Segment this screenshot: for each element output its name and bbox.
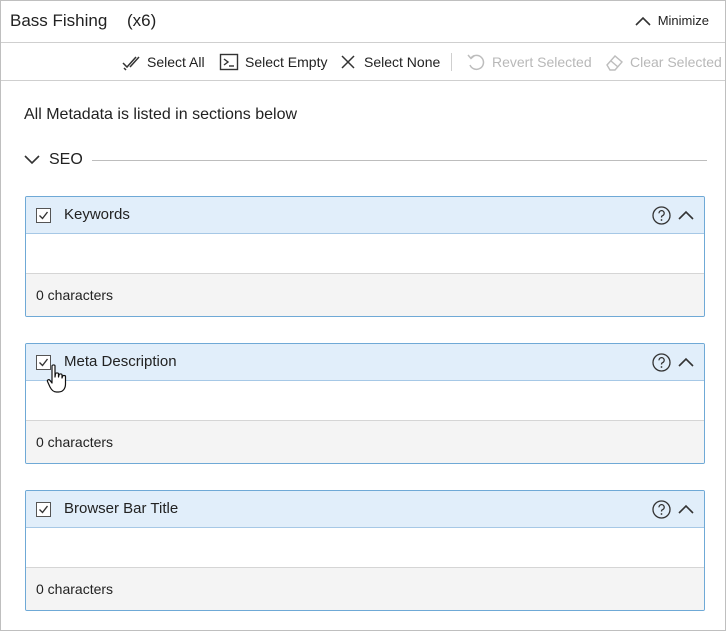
select-empty-button[interactable]: Select Empty: [219, 52, 327, 72]
field-checkbox[interactable]: [36, 208, 51, 223]
field-footer: 0 characters: [26, 421, 704, 463]
help-icon[interactable]: [652, 500, 671, 519]
chevron-up-icon[interactable]: [677, 209, 695, 221]
terminal-icon: [219, 53, 239, 71]
revert-selected-label: Revert Selected: [492, 54, 592, 70]
checkmark-icon: [39, 211, 49, 220]
chevron-up-icon[interactable]: [677, 356, 695, 368]
x-icon: [341, 55, 355, 69]
chevron-up-icon[interactable]: [677, 503, 695, 515]
field-input[interactable]: [26, 381, 704, 421]
character-count: 0 characters: [36, 434, 114, 450]
field-card-browser-bar-title: Browser Bar Title 0 characters: [25, 490, 705, 611]
field-card-header: Browser Bar Title: [26, 491, 704, 528]
section-header-seo[interactable]: SEO: [23, 149, 707, 171]
chevron-down-icon: [24, 155, 40, 165]
clear-selected-label: Clear Selected: [630, 54, 722, 70]
minimize-button[interactable]: Minimize: [634, 13, 709, 28]
field-card-keywords: Keywords 0 characters: [25, 196, 705, 317]
field-card-header: Meta Description: [26, 344, 704, 381]
revert-selected-button[interactable]: Revert Selected: [466, 52, 592, 72]
help-icon[interactable]: [652, 206, 671, 225]
field-label: Browser Bar Title: [64, 500, 179, 517]
character-count: 0 characters: [36, 287, 114, 303]
field-card-header: Keywords: [26, 197, 704, 234]
checkmark-icon: [39, 505, 49, 514]
field-input[interactable]: [26, 528, 704, 568]
select-all-button[interactable]: Select All: [121, 52, 205, 72]
toolbar: Select All Select Empty Select None Reve…: [1, 43, 725, 81]
field-label: Meta Description: [64, 353, 177, 370]
select-none-label: Select None: [364, 54, 441, 70]
eraser-icon: [606, 55, 623, 71]
character-count: 0 characters: [36, 581, 114, 597]
field-footer: 0 characters: [26, 274, 704, 316]
help-icon[interactable]: [652, 353, 671, 372]
field-card-meta-description: Meta Description 0 characters: [25, 343, 705, 464]
field-label: Keywords: [64, 206, 130, 223]
intro-text: All Metadata is listed in sections below: [24, 106, 298, 123]
panel-title: Bass Fishing: [10, 11, 108, 30]
chevron-up-icon: [635, 16, 651, 26]
clear-selected-button[interactable]: Clear Selected: [604, 52, 722, 72]
toolbar-divider: [451, 53, 452, 71]
select-none-button[interactable]: Select None: [338, 52, 440, 72]
select-empty-label: Select Empty: [245, 54, 328, 70]
field-footer: 0 characters: [26, 568, 704, 610]
metadata-panel: Bass Fishing (x6) Minimize Select All Se…: [0, 0, 726, 631]
section-divider: [91, 159, 707, 161]
panel-header: Bass Fishing (x6) Minimize: [1, 1, 725, 43]
minimize-label: Minimize: [657, 13, 709, 28]
double-check-icon: [122, 56, 140, 71]
select-all-label: Select All: [147, 54, 205, 70]
item-count: (x6): [127, 11, 157, 30]
checkmark-icon: [39, 358, 49, 367]
undo-icon: [467, 54, 485, 71]
field-checkbox[interactable]: [36, 355, 51, 370]
section-title: SEO: [49, 151, 83, 168]
field-checkbox[interactable]: [36, 502, 51, 517]
field-input[interactable]: [26, 234, 704, 274]
